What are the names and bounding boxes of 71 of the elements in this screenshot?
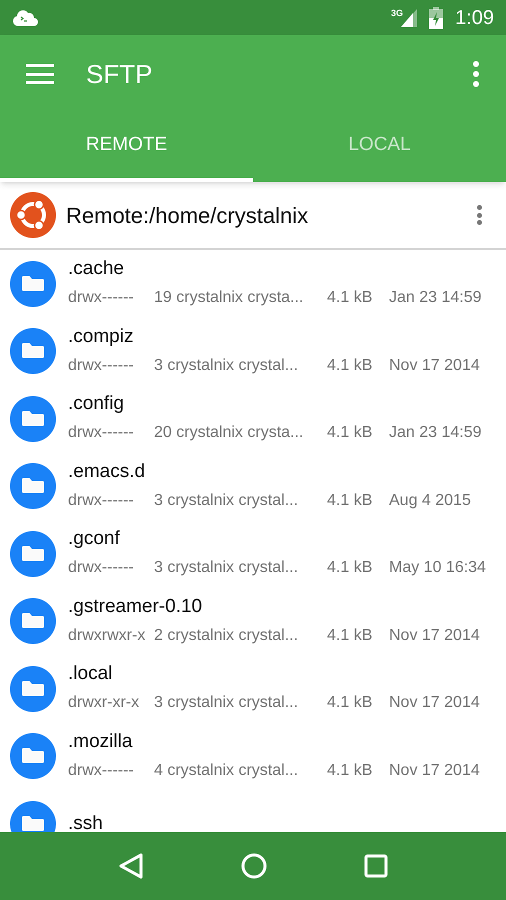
file-owner: 3 crystalnix crystal... (154, 558, 300, 578)
file-name: .gconf (68, 527, 121, 552)
folder-icon (10, 260, 56, 307)
file-permissions: drwx------ (68, 558, 135, 578)
app-title: SFTP (86, 58, 152, 90)
file-size: 4.1 kB (327, 693, 374, 714)
battery-icon (429, 6, 444, 28)
file-name: .config (68, 392, 125, 416)
file-size: 4.1 kB (327, 760, 374, 781)
back-button[interactable] (118, 852, 144, 880)
file-row[interactable]: .gconf drwx------ 3 crystalnix crystal... 4.1 kB May 10 16:34 (0, 520, 506, 588)
file-size: 4.1 kB (327, 490, 374, 511)
file-owner: 3 crystalnix crystal... (154, 693, 300, 714)
file-owner: 3 crystalnix crystal... (154, 490, 300, 511)
file-size: 4.1 kB (327, 356, 374, 376)
file-size: 4.1 kB (327, 626, 374, 646)
menu-button[interactable] (26, 64, 54, 84)
file-date: Jan 23 14:59 (389, 288, 482, 308)
file-row[interactable]: .config drwx------ 20 crystalnix crysta... 4.1 kB Jan 23 14:59 (0, 385, 506, 452)
file-row[interactable]: .cache drwx------ 19 crystalnix crysta... 4.1 kB Jan 23 14:59 (0, 250, 506, 318)
folder-icon (10, 666, 56, 712)
folder-icon (10, 598, 56, 644)
file-name: .gstreamer-0.10 (68, 594, 204, 619)
file-date: Nov 17 2014 (389, 356, 480, 376)
file-owner: 20 crystalnix crysta... (154, 423, 304, 444)
file-owner: 2 crystalnix crystal... (154, 626, 300, 646)
network-type: 3G (391, 6, 404, 20)
file-date: May 10 16:34 (389, 558, 486, 578)
ubuntu-logo-icon (10, 192, 56, 238)
recents-button[interactable] (364, 854, 388, 878)
file-permissions: drwx------ (68, 490, 135, 511)
clock: 1:09 (455, 6, 494, 30)
file-name: .mozilla (68, 730, 134, 754)
file-permissions: drwxr-xr-x (68, 693, 140, 714)
file-name: .compiz (68, 324, 134, 349)
terminal-cloud-icon (12, 8, 38, 28)
file-permissions: drwx------ (68, 423, 135, 444)
folder-icon (10, 328, 56, 374)
path-options-button[interactable] (476, 205, 482, 225)
file-size: 4.1 kB (327, 288, 374, 308)
file-row[interactable]: .emacs.d drwx------ 3 crystalnix crystal... 4.1 kB Aug 4 2015 (0, 452, 506, 520)
file-date: Nov 17 2014 (389, 760, 480, 781)
file-date: Nov 17 2014 (389, 693, 480, 714)
signal-icon (401, 8, 418, 26)
file-date: Aug 4 2015 (389, 490, 471, 511)
folder-icon (10, 396, 56, 442)
file-permissions: drwx------ (68, 760, 135, 781)
file-name: .local (68, 662, 114, 686)
file-size: 4.1 kB (327, 423, 374, 444)
folder-icon (10, 733, 56, 780)
file-permissions: drwx------ (68, 288, 135, 308)
folder-icon (10, 530, 56, 577)
file-date: Nov 17 2014 (389, 626, 480, 646)
file-row[interactable]: .gstreamer-0.10 drwxrwxr-x 2 crystalnix crystal... 4.1 kB Nov 17 2014 (0, 588, 506, 655)
folder-icon (10, 463, 56, 510)
file-name: .emacs.d (68, 460, 146, 484)
file-name: .ssh (68, 812, 103, 832)
home-button[interactable] (240, 853, 267, 879)
more-options-button[interactable] (472, 61, 480, 87)
file-date: Jan 23 14:59 (389, 423, 482, 444)
file-permissions: drwxrwxr-x (68, 626, 146, 646)
file-name: .cache (68, 257, 125, 282)
file-owner: 3 crystalnix crystal... (154, 356, 300, 376)
file-row[interactable]: .compiz drwx------ 3 crystalnix crystal... 4.1 kB Nov 17 2014 (0, 318, 506, 385)
file-row[interactable]: .local drwxr-xr-x 3 crystalnix crystal... 4.1 kB Nov 17 2014 (0, 655, 506, 722)
file-permissions: drwx------ (68, 356, 135, 376)
file-owner: 4 crystalnix crystal... (154, 760, 300, 781)
remote-path: Remote:/home/crystalnix (66, 202, 308, 230)
file-size: 4.1 kB (327, 558, 374, 578)
file-row[interactable]: .mozilla drwx------ 4 crystalnix crystal... 4.1 kB Nov 17 2014 (0, 722, 506, 790)
file-owner: 19 crystalnix crysta... (154, 288, 304, 308)
